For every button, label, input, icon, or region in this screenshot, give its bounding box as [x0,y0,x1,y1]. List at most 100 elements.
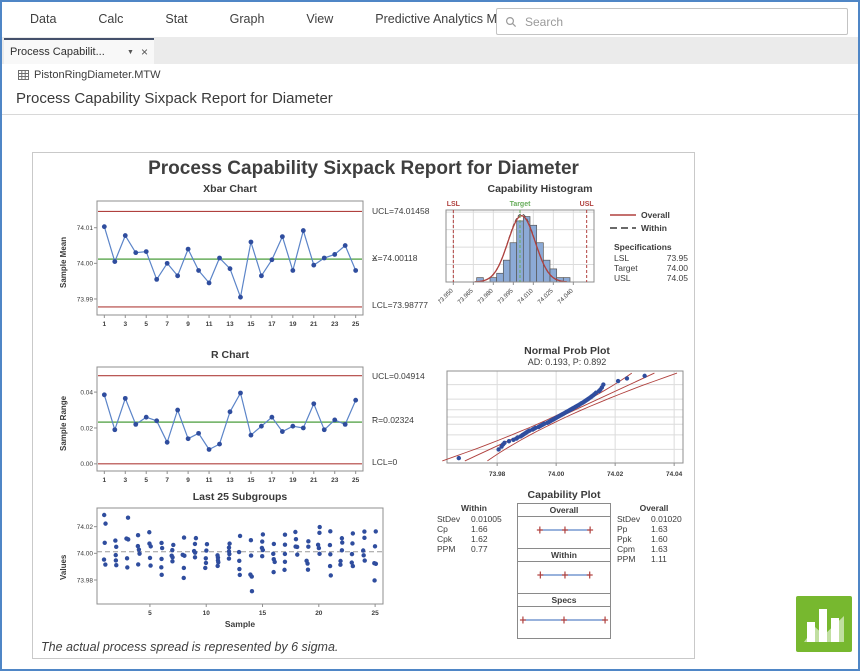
svg-text:19: 19 [289,321,297,328]
svg-text:Target: Target [510,201,532,208]
interval-specs-header: Specs [518,593,610,607]
prob-plot-title: Normal Prob Plot [441,345,693,357]
svg-text:LSL: LSL [447,201,461,208]
svg-text:74.02: 74.02 [77,524,94,531]
svg-text:21: 21 [310,477,318,484]
r-center-label: ¯R=0.02324 [372,415,414,425]
xbar-lcl-label: LCL=73.98777 [372,300,428,310]
svg-text:13: 13 [226,321,234,328]
svg-text:17: 17 [268,321,276,328]
overall-interval [518,517,610,543]
app-window: Data Calc Stat Graph View Predictive Ana… [0,0,860,671]
svg-text:73.98: 73.98 [77,577,94,584]
svg-text:7: 7 [165,321,169,328]
tab-label: Process Capabilit... [10,46,125,58]
histogram-canvas: LSLUSLTarget73.95073.96573.98073.99574.0… [438,196,602,324]
r-chart-panel[interactable]: R Chart Sample Range 0.040.020.001357911… [59,349,447,484]
svg-text:15: 15 [259,610,267,617]
header-separator [2,114,858,115]
capability-histogram-panel[interactable]: Capability Histogram LSLUSLTarget73.9507… [438,183,690,324]
svg-text:74.040: 74.040 [556,287,575,306]
within-stat-row: Cpk1.62 [435,534,513,544]
svg-text:1: 1 [103,477,107,484]
normal-prob-plot-panel[interactable]: Normal Prob Plot AD: 0.193, P: 0.892 73.… [441,345,693,484]
svg-text:74.04: 74.04 [666,471,683,478]
svg-text:25: 25 [352,321,360,328]
overall-stat-row: Pp1.63 [615,524,693,534]
within-stats-block: Within StDev0.01005Cp1.66Cpk1.62PPM0.77 [435,503,513,554]
spec-row: USL74.05 [614,273,688,283]
menu-item-view[interactable]: View [306,12,333,26]
within-stat-row: Cp1.66 [435,524,513,534]
r-chart-ylabel: Sample Range [59,362,71,484]
svg-text:11: 11 [206,321,213,328]
svg-text:73.950: 73.950 [438,287,455,306]
menu-item-data[interactable]: Data [30,12,56,26]
legend-within-label: Within [641,223,667,233]
specifications-title: Specifications [614,242,688,252]
svg-text:74.00: 74.00 [77,261,94,268]
prob-plot-canvas: 73.9874.0074.0274.04 [441,367,693,479]
prob-plot-subtitle: AD: 0.193, P: 0.892 [441,357,693,367]
report-footnote: The actual process spread is represented… [41,640,338,654]
sixpack-report-graph[interactable]: Process Capability Sixpack Report for Di… [32,152,695,659]
search-input[interactable] [523,14,847,30]
overall-stat-row: StDev0.01020 [615,514,693,524]
worksheet-link[interactable]: PistonRingDiameter.MTW [18,69,161,81]
svg-text:23: 23 [331,321,339,328]
last-25-subgroups-panel[interactable]: Last 25 Subgroups Values 74.0274.0073.98… [59,491,389,630]
overall-stat-row: Ppk1.60 [615,534,693,544]
search-icon [505,16,517,28]
svg-text:10: 10 [203,610,211,617]
legend-overall-label: Overall [641,210,670,220]
svg-text:5: 5 [144,477,148,484]
svg-text:15: 15 [247,321,255,328]
capability-plot-panel[interactable]: Capability Plot Within StDev0.01005Cp1.6… [435,489,693,639]
svg-text:11: 11 [206,477,213,484]
svg-text:9: 9 [186,321,190,328]
tab-dropdown-caret-icon[interactable]: ▼ [127,49,134,56]
svg-text:13: 13 [226,477,234,484]
svg-text:74.025: 74.025 [536,287,555,306]
worksheet-name: PistonRingDiameter.MTW [34,69,161,81]
menu-item-stat[interactable]: Stat [165,12,187,26]
svg-text:73.980: 73.980 [476,287,495,306]
overall-stats-block: Overall StDev0.01020Pp1.63Ppk1.60Cpm1.63… [615,503,693,564]
within-stats-title: Within [435,503,513,513]
tab-close-icon[interactable]: × [141,47,148,57]
tab-process-capability[interactable]: Process Capabilit... ▼ × [4,38,154,64]
svg-text:23: 23 [331,477,339,484]
spec-row: LSL73.95 [614,253,688,263]
svg-text:25: 25 [352,477,360,484]
tab-strip: Process Capabilit... ▼ × [2,37,858,64]
svg-text:20: 20 [315,610,323,617]
overall-stat-row: Cpm1.63 [615,544,693,554]
interval-within-header: Within [518,548,610,562]
svg-text:3: 3 [123,477,127,484]
search-box[interactable] [496,8,848,35]
overall-stats-title: Overall [615,503,693,513]
xbar-ucl-label: UCL=74.01458 [372,206,429,216]
svg-text:0.00: 0.00 [80,461,93,468]
svg-text:5: 5 [144,321,148,328]
r-lcl-label: LCL=0 [372,457,397,467]
svg-text:9: 9 [186,477,190,484]
overall-stat-row: PPM1.11 [615,554,693,564]
output-heading: Process Capability Sixpack Report for Di… [16,90,333,107]
minitab-logo-icon[interactable] [796,596,852,652]
capability-plot-title: Capability Plot [435,489,693,501]
svg-text:74.00: 74.00 [77,551,94,558]
svg-text:7: 7 [165,477,169,484]
menu-item-graph[interactable]: Graph [230,12,265,26]
svg-text:0.02: 0.02 [80,425,93,432]
svg-text:Sample: Sample [225,619,256,629]
xbar-chart-canvas: 74.0174.0073.99135791113151719212325 [71,196,367,328]
menu-item-calc[interactable]: Calc [98,12,123,26]
svg-text:USL: USL [580,201,595,208]
within-stat-row: PPM0.77 [435,544,513,554]
r-chart-canvas: 0.040.020.00135791113151719212325 [71,362,367,484]
xbar-chart-panel[interactable]: Xbar Chart Sample Mean 74.0174.0073.9913… [59,183,447,328]
capability-intervals-column: Overall Within Specs [517,503,611,639]
svg-text:25: 25 [372,610,380,617]
r-chart-title: R Chart [97,349,363,361]
